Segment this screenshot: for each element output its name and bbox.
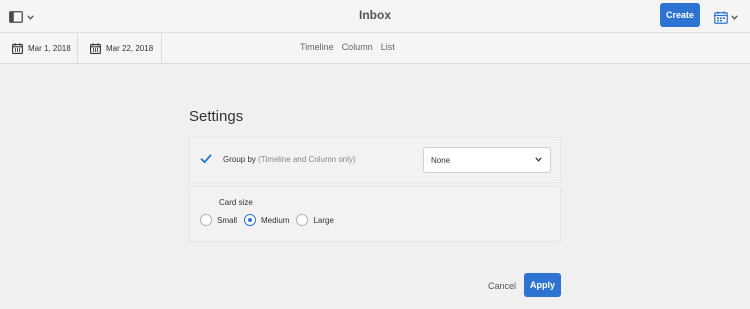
end-date-label: Mar 22, 2018 <box>106 44 154 53</box>
view-tab-column[interactable]: Column <box>342 42 373 52</box>
radio-small[interactable] <box>200 214 212 226</box>
end-date-picker[interactable]: Mar 22, 2018 <box>78 33 162 64</box>
calendar-icon <box>714 11 728 24</box>
calendar-icon <box>90 43 101 54</box>
group-by-selected-value: None <box>431 155 451 165</box>
radio-medium[interactable] <box>244 214 257 226</box>
view-tab-list[interactable]: List <box>381 42 395 52</box>
card-size-panel: Card size Small Medium Large <box>189 186 561 242</box>
group-by-hint: (Timeline and Column only) <box>258 155 356 164</box>
settings-title: Settings <box>189 108 244 125</box>
apply-button[interactable]: Apply <box>524 273 561 297</box>
radio-large[interactable] <box>296 214 309 226</box>
calendar-icon <box>12 43 23 54</box>
start-date-picker[interactable]: Mar 1, 2018 <box>0 33 78 64</box>
start-date-label: Mar 1, 2018 <box>28 44 71 53</box>
page-title: Inbox <box>359 8 391 22</box>
card-size-label: Card size <box>219 198 253 207</box>
create-button[interactable]: Create <box>660 3 700 27</box>
card-size-option-medium[interactable]: Medium <box>244 214 289 226</box>
view-tab-timeline[interactable]: Timeline <box>300 42 334 52</box>
radio-label-large: Large <box>313 215 334 225</box>
view-switcher: Timeline Column List <box>300 42 395 52</box>
cancel-button[interactable]: Cancel <box>484 278 520 294</box>
card-size-option-large[interactable]: Large <box>296 214 334 226</box>
group-by-checkbox[interactable] <box>200 153 212 165</box>
group-by-text: Group by <box>223 155 256 164</box>
radio-label-medium: Medium <box>261 215 290 225</box>
group-by-label: Group by (Timeline and Column only) <box>223 155 356 164</box>
chevron-down-icon <box>535 157 542 162</box>
filter-bar: Mar 1, 2018 Mar 22, 2018 Timeline Column… <box>0 32 750 64</box>
card-size-radio-group: Small Medium Large <box>200 214 334 226</box>
calendar-menu-button[interactable] <box>714 10 740 24</box>
group-by-panel: Group by (Timeline and Column only) None <box>189 137 561 183</box>
radio-label-small: Small <box>217 215 238 225</box>
top-bar: Inbox Create <box>0 0 750 32</box>
card-size-option-small[interactable]: Small <box>200 214 237 226</box>
group-by-select[interactable]: None <box>423 147 551 173</box>
chevron-down-icon <box>731 14 738 20</box>
